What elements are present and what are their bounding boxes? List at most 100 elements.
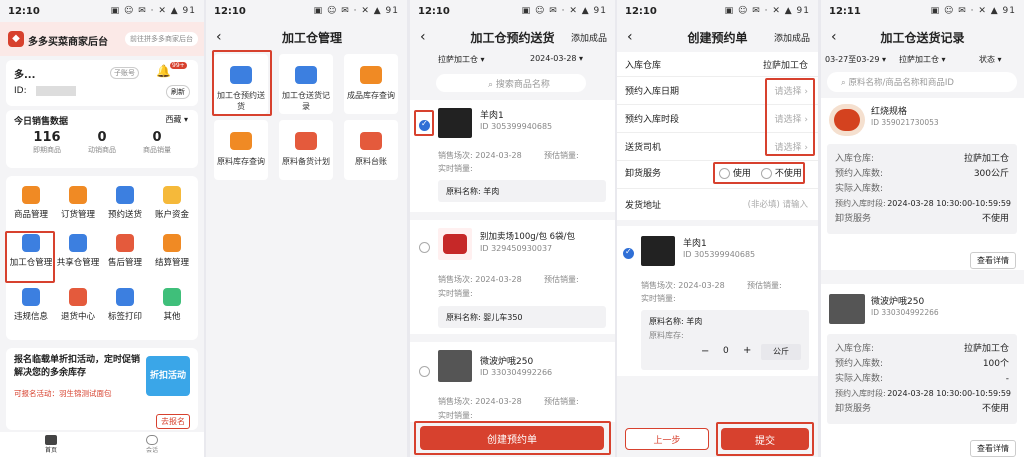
promo-image: 折扣活动 xyxy=(146,356,190,396)
address-input[interactable]: (非必填) 请输入 xyxy=(748,198,808,210)
warehouse-filter[interactable]: 拉萨加工仓 ▾ xyxy=(438,54,485,65)
bell-icon[interactable]: 🔔 xyxy=(156,64,171,78)
nav-chat[interactable]: 会话 xyxy=(146,435,158,454)
submit-button[interactable]: 提交 xyxy=(721,428,809,450)
menu-item[interactable]: 订货管理 xyxy=(53,186,103,220)
add-product-link[interactable]: 添加成品 xyxy=(774,31,810,44)
region-select[interactable]: 西藏 ▾ xyxy=(165,114,188,125)
product-item[interactable]: 微波炉哦250 ID 330304992266 销售场次: 2024-03-28… xyxy=(410,342,615,422)
field-label: 卸货服务 xyxy=(835,214,872,224)
tile-product-stock[interactable]: 成品库存查询 xyxy=(344,54,398,114)
date-range-filter[interactable]: 03-27至03-29 ▾ xyxy=(825,54,886,65)
driver-select[interactable]: 请选择 › xyxy=(775,140,808,153)
form-row-driver[interactable]: 送货司机 请选择 › xyxy=(617,140,818,156)
notification-badge: 99+ xyxy=(170,62,187,69)
unload-use-radio[interactable]: 使用 xyxy=(719,166,751,179)
product-thumbnail xyxy=(438,350,472,382)
phone-delivery-records: 12:11 ▣ ☺ ✉ · ✕ ▲ 91 ‹ 加工仓送货记录 03-27至03-29… xyxy=(821,0,1024,457)
promo-sub: 可报名活动：羽生锦测试面包 xyxy=(14,389,112,398)
menu-label: 退货中心 xyxy=(60,312,95,322)
product-name: 羊肉1 xyxy=(480,111,504,121)
view-details-button[interactable]: 查看详情 xyxy=(970,252,1016,269)
back-icon[interactable]: ‹ xyxy=(216,29,222,45)
home-icon xyxy=(45,435,57,445)
menu-item[interactable]: 结算管理 xyxy=(147,234,197,268)
date-filter[interactable]: 2024-03-28 ▾ xyxy=(530,54,583,63)
switch-platform-link[interactable]: 前往拼多多商家后台 xyxy=(125,32,198,46)
quantity-input[interactable]: 0 xyxy=(723,346,729,356)
menu-item[interactable]: 违规信息 xyxy=(6,288,56,322)
tile-raw-ledger[interactable]: 原料台账 xyxy=(344,120,398,180)
menu-item[interactable]: 共享仓管理 xyxy=(53,234,103,268)
promo-signup-button[interactable]: 去报名 xyxy=(156,414,190,429)
field-value: - xyxy=(1005,374,1009,384)
field-value: 不使用 xyxy=(981,404,1009,414)
date-select[interactable]: 请选择 › xyxy=(775,84,808,97)
status-filter[interactable]: 状态 ▾ xyxy=(979,54,1002,65)
menu-item[interactable]: 账户资金 xyxy=(147,186,197,220)
timeslot-select[interactable]: 请选择 › xyxy=(775,112,808,125)
minus-button[interactable]: − xyxy=(701,346,709,357)
menu-item[interactable]: 退货中心 xyxy=(53,288,103,322)
select-checkbox[interactable] xyxy=(623,247,634,259)
product-item[interactable]: 别加卖场100g/包 6袋/包 ID 329450930037 销售场次: 20… xyxy=(410,220,615,334)
status-icons: ▣ ☺ ✉ · ✕ ▲ 91 xyxy=(724,6,810,16)
search-input[interactable]: ⌕ 搜索商品名称 xyxy=(436,74,586,92)
select-checkbox[interactable] xyxy=(419,119,430,131)
row-label: 发货地址 xyxy=(625,201,662,211)
record-card: 红烧规格 ID 359021730053 入库仓库: 拉萨加工仓 预约入库数: 30… xyxy=(821,98,1024,270)
search-input[interactable]: ⌕ 原料名称/商品名称和商品ID xyxy=(827,72,1017,92)
back-icon[interactable]: ‹ xyxy=(627,29,633,45)
menu-item[interactable]: 标签打印 xyxy=(100,288,150,322)
field-label: 预约入库数: xyxy=(835,359,884,369)
warehouse-filter[interactable]: 拉萨加工仓 ▾ xyxy=(899,54,946,65)
tile-delivery-records[interactable]: 加工仓送货记录 xyxy=(279,54,333,114)
tile-label: 原料备货计划 xyxy=(282,157,330,166)
select-checkbox[interactable] xyxy=(419,366,430,377)
tile-raw-stock[interactable]: 原料库存查询 xyxy=(214,120,268,180)
tile-processing-delivery[interactable]: 加工仓预约送货 xyxy=(214,54,268,114)
status-bar: 12:10 ▣ ☺ ✉ · ✕ ▲ 91 xyxy=(0,0,204,22)
product-item[interactable]: 羊肉1 ID 305399940685 销售场次: 2024-03-28 预估销… xyxy=(410,100,615,212)
menu-label: 共享仓管理 xyxy=(56,258,100,268)
back-icon[interactable]: ‹ xyxy=(831,29,837,45)
field-value: 拉萨加工仓 xyxy=(963,344,1009,354)
create-booking-button[interactable]: 创建预约单 xyxy=(420,426,604,450)
product-id: ID 329450930037 xyxy=(480,244,553,253)
refresh-button[interactable]: 刷新 xyxy=(166,85,190,99)
app-title: 多多买菜商家后台 xyxy=(28,37,108,48)
plus-button[interactable]: + xyxy=(743,345,751,356)
menu-item[interactable]: 加工仓管理 xyxy=(6,234,56,268)
menu-item[interactable]: 售后管理 xyxy=(100,234,150,268)
menu-item[interactable]: 预约送货 xyxy=(100,186,150,220)
tile-raw-plan[interactable]: 原料备货计划 xyxy=(279,120,333,180)
form-row-address[interactable]: 发货地址 (非必填) 请输入 xyxy=(617,198,818,214)
form-row-date[interactable]: 预约入库日期 请选择 › xyxy=(617,84,818,100)
truck-icon xyxy=(116,186,134,204)
bottom-nav: 首页 会话 xyxy=(0,432,204,457)
search-stock-icon xyxy=(230,132,252,150)
add-product-link[interactable]: 添加成品 xyxy=(571,31,607,44)
field-value: 100个 xyxy=(982,359,1009,369)
back-icon[interactable]: ‹ xyxy=(420,29,426,45)
other-icon xyxy=(163,288,181,306)
product-name: 别加卖场100g/包 6袋/包 xyxy=(480,232,575,242)
prev-step-button[interactable]: 上一步 xyxy=(625,428,709,450)
view-details-button[interactable]: 查看详情 xyxy=(970,440,1016,457)
record-card: 微波炉哦250 ID 330304992266 入库仓库: 拉萨加工仓 预约入库数… xyxy=(821,284,1024,457)
select-checkbox[interactable] xyxy=(419,242,430,253)
tile-label: 原料库存查询 xyxy=(217,157,265,166)
filter-value: 2024-03-28 xyxy=(530,54,577,63)
unload-nouse-radio[interactable]: 不使用 xyxy=(761,166,802,179)
status-time: 12:10 xyxy=(418,5,450,17)
stat-item: 0 动销商品 xyxy=(77,130,127,155)
tile-label: 加工仓预约送货 xyxy=(217,91,265,111)
menu-item[interactable]: 其他 xyxy=(147,288,197,322)
stat-value: 116 xyxy=(33,130,61,145)
raw-material-box: 原料名称: 羊肉 xyxy=(438,180,606,202)
nav-home[interactable]: 首页 xyxy=(45,435,57,454)
status-icons: ▣ ☺ ✉ · ✕ ▲ 91 xyxy=(930,6,1016,16)
menu-item[interactable]: 商品管理 xyxy=(6,186,56,220)
raw-material-box: 原料名称: 婴儿车350 xyxy=(438,306,606,328)
form-row-timeslot[interactable]: 预约入库时段 请选择 › xyxy=(617,112,818,128)
